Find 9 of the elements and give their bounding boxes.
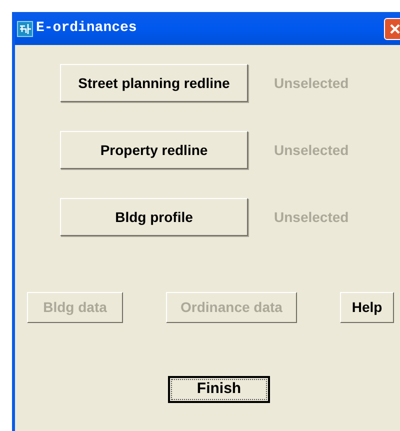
layer-button[interactable]: Bldg profile [60,198,248,236]
layer-button[interactable]: Property redline [60,131,248,169]
window-title: E-ordinances [36,19,137,38]
layer-button[interactable]: Street planning redline [60,64,248,102]
layer-status: Unselected [274,140,349,160]
action-button[interactable]: Help [340,292,394,323]
finish-button[interactable]: Finish [168,376,270,403]
layer-status: Unselected [274,208,349,226]
layer-status: Unselected [274,74,349,92]
